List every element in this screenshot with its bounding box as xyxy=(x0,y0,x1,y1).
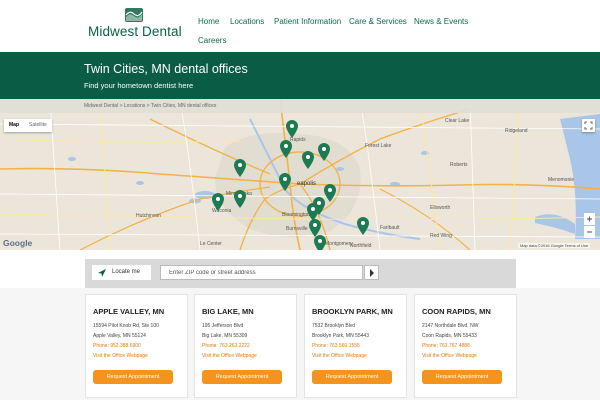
office-address-line-1: 7532 Brooklyn Blvd xyxy=(312,323,356,329)
nav-locations[interactable]: Locations xyxy=(230,17,264,26)
office-name: BROOKLYN PARK, MN xyxy=(312,307,393,316)
nav-careers[interactable]: Careers xyxy=(198,36,226,45)
logo-text: Midwest Dental xyxy=(88,24,182,39)
request-appointment-button[interactable]: Request Appointment xyxy=(312,370,392,384)
nav-patient-information[interactable]: Patient Information xyxy=(274,17,341,26)
map-label: Bloomington xyxy=(282,212,310,218)
map-attribution[interactable]: Map data ©2016 Google Terms of Use xyxy=(518,243,591,248)
search-submit-button[interactable] xyxy=(364,265,379,280)
location-search-bar: Locate me xyxy=(85,259,516,288)
nav-home[interactable]: Home xyxy=(198,17,219,26)
office-phone[interactable]: Phone: 763.263.2222 xyxy=(202,343,250,349)
map-label: Red Wing xyxy=(430,233,452,239)
office-phone[interactable]: Phone: 763.560.1555 xyxy=(312,343,360,349)
office-card-apple-valley: APPLE VALLEY, MN 15594 Pilot Knob Rd, St… xyxy=(85,294,188,398)
page-title: Twin Cities, MN dental offices xyxy=(84,62,248,76)
map-zoom-controls xyxy=(584,213,595,244)
locate-me-label: Locate me xyxy=(112,269,141,275)
office-address-line-2: Big Lake, MN 55309 xyxy=(202,333,248,339)
navigation-arrow-icon xyxy=(98,269,106,277)
office-name: BIG LAKE, MN xyxy=(202,307,254,316)
fullscreen-icon xyxy=(584,121,593,130)
nav-news-events[interactable]: News & Events xyxy=(414,17,468,26)
office-name: COON RAPIDS, MN xyxy=(422,307,491,316)
map-label: Montgomery xyxy=(325,241,353,247)
map-label: Clear Lake xyxy=(445,118,469,124)
map-label: Forest Lake xyxy=(365,143,392,149)
zoom-out-button[interactable] xyxy=(584,226,595,238)
office-address-line-2: Coon Rapids, MN 55433 xyxy=(422,333,477,339)
google-logo[interactable]: Google xyxy=(3,238,32,248)
zip-search-input[interactable] xyxy=(160,265,363,280)
office-address-line-1: 15594 Pilot Knob Rd, Ste 100 xyxy=(93,323,159,329)
nav-care-services[interactable]: Care & Services xyxy=(349,17,407,26)
map-type-toggle: Map Satellite xyxy=(4,119,52,132)
office-webpage-link[interactable]: Visit the Office Webpage xyxy=(93,353,148,359)
map-label: eapolis xyxy=(297,181,316,187)
map-label: Waconia xyxy=(212,208,231,214)
office-webpage-link[interactable]: Visit the Office Webpage xyxy=(202,353,257,359)
office-webpage-link[interactable]: Visit the Office Webpage xyxy=(312,353,367,359)
office-address-line-1: 195 Jefferson Blvd xyxy=(202,323,244,329)
map-label: Ellsworth xyxy=(430,205,451,211)
map-type-satellite-button[interactable]: Satellite xyxy=(24,119,52,132)
map-type-map-button[interactable]: Map xyxy=(4,119,24,132)
site-header: Midwest Dental Home Locations Patient In… xyxy=(0,0,600,52)
logo-mark-icon xyxy=(125,8,143,22)
map-label: Menomonie xyxy=(548,177,574,183)
office-address-line-2: Brooklyn Park, MN 55443 xyxy=(312,333,369,339)
fullscreen-button[interactable] xyxy=(582,119,595,132)
map-label: Faribault xyxy=(380,225,400,231)
map-label: Le Center xyxy=(200,241,222,247)
map-label: Burnsville xyxy=(286,226,308,232)
map-label: Northfield xyxy=(350,243,372,249)
office-address-line-1: 2147 Northdale Blvd. NW xyxy=(422,323,479,329)
map-label: Ridgeland xyxy=(505,128,528,134)
office-card-brooklyn-park: BROOKLYN PARK, MN 7532 Brooklyn Blvd Bro… xyxy=(304,294,407,398)
map-label: Roberts xyxy=(450,162,468,168)
request-appointment-button[interactable]: Request Appointment xyxy=(422,370,502,384)
locate-me-button[interactable]: Locate me xyxy=(92,265,151,280)
office-phone[interactable]: Phone: 952.388.6900 xyxy=(93,343,141,349)
zoom-in-button[interactable] xyxy=(584,213,595,225)
page-banner: Twin Cities, MN dental offices Find your… xyxy=(0,52,600,99)
page-subtitle: Find your hometown dentist here xyxy=(84,81,194,90)
logo[interactable]: Midwest Dental xyxy=(88,6,188,46)
office-webpage-link[interactable]: Visit the Office Webpage xyxy=(422,353,477,359)
locations-map[interactable]: Rapids eapolis Minnetonka Bloomington Bu… xyxy=(0,99,600,250)
map-canvas[interactable]: Rapids eapolis Minnetonka Bloomington Bu… xyxy=(0,99,600,250)
office-card-big-lake: BIG LAKE, MN 195 Jefferson Blvd Big Lake… xyxy=(194,294,297,398)
office-address-line-2: Apple Valley, MN 55124 xyxy=(93,333,146,339)
office-phone[interactable]: Phone: 763.767.4888 xyxy=(422,343,470,349)
request-appointment-button[interactable]: Request Appointment xyxy=(202,370,282,384)
breadcrumb[interactable]: Midwest Dental > Locations > Twin Cities… xyxy=(84,103,216,109)
breadcrumb-bar: Midwest Dental > Locations > Twin Cities… xyxy=(0,99,600,113)
map-label: Rapids xyxy=(290,137,306,143)
office-card-coon-rapids: COON RAPIDS, MN 2147 Northdale Blvd. NW … xyxy=(414,294,517,398)
request-appointment-button[interactable]: Request Appointment xyxy=(93,370,173,384)
office-name: APPLE VALLEY, MN xyxy=(93,307,165,316)
map-label: Hutchinson xyxy=(136,213,161,219)
play-arrow-icon xyxy=(370,269,374,277)
